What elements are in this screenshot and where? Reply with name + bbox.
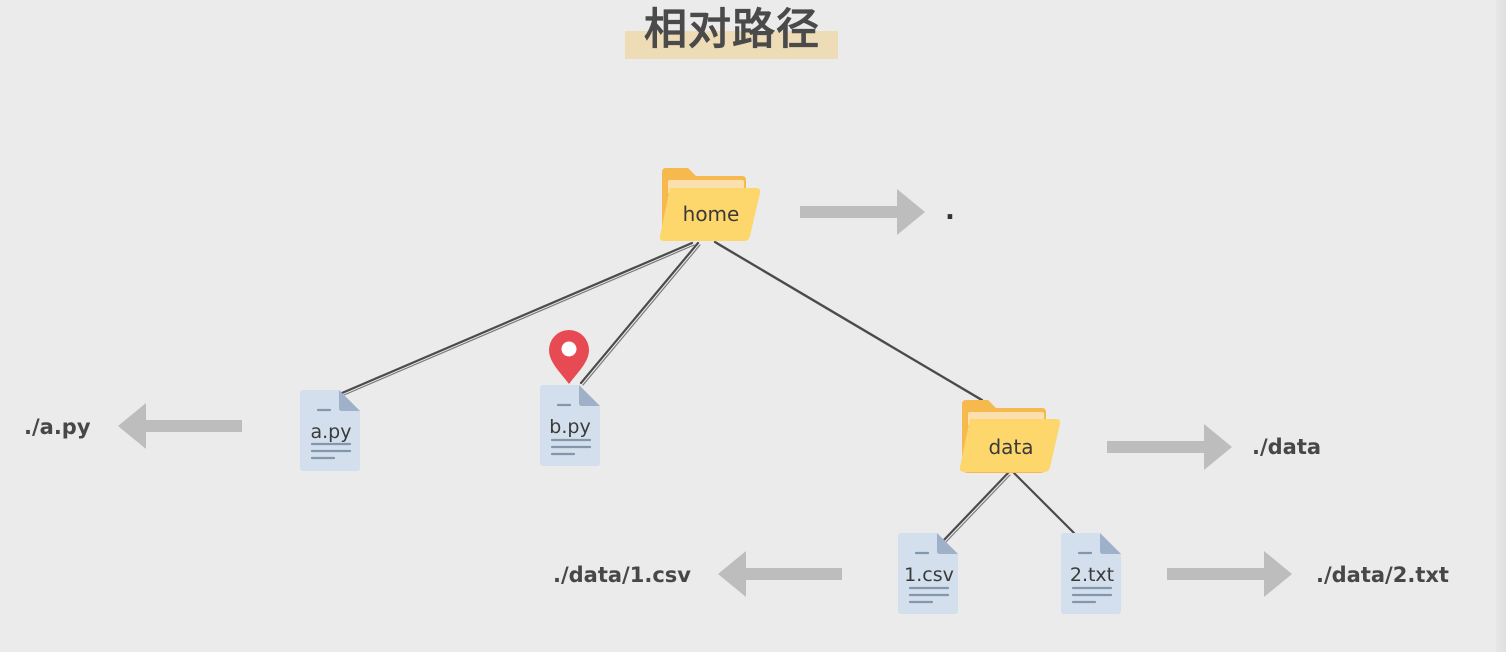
- arrow-icon: [118, 403, 242, 449]
- path-2-txt-label: ./data/2.txt: [1316, 563, 1449, 587]
- edge-data-1-csv: [941, 471, 1011, 544]
- tree-edges: [340, 240, 1077, 544]
- file-2-txt-label: 2.txt: [1069, 564, 1115, 586]
- edge-home-a-py: [340, 241, 695, 396]
- file-b-py-label: b.py: [549, 416, 591, 438]
- path-a-py-label: ./a.py: [24, 415, 91, 439]
- directory-tree: [118, 168, 1292, 614]
- path-data-label: ./data: [1252, 435, 1322, 459]
- arrow-icon: [800, 189, 925, 235]
- path-home-label: .: [945, 196, 955, 226]
- file-1-csv-label: 1.csv: [904, 564, 954, 586]
- arrow-icon: [1167, 551, 1292, 597]
- edge-home-data: [713, 240, 985, 403]
- relative-path-diagram: 相对路径 home data a.py b.py 1.csv 2.txt . .…: [0, 0, 1506, 652]
- edge-data-2-txt: [1012, 471, 1077, 536]
- folder-data-label: data: [988, 435, 1034, 459]
- file-a-py-label: a.py: [310, 421, 352, 443]
- path-1-csv-label: ./data/1.csv: [553, 563, 691, 587]
- arrow-icon: [1107, 424, 1232, 470]
- folder-home-label: home: [682, 202, 740, 226]
- arrow-icon: [718, 551, 842, 597]
- map-pin-icon: [549, 330, 589, 384]
